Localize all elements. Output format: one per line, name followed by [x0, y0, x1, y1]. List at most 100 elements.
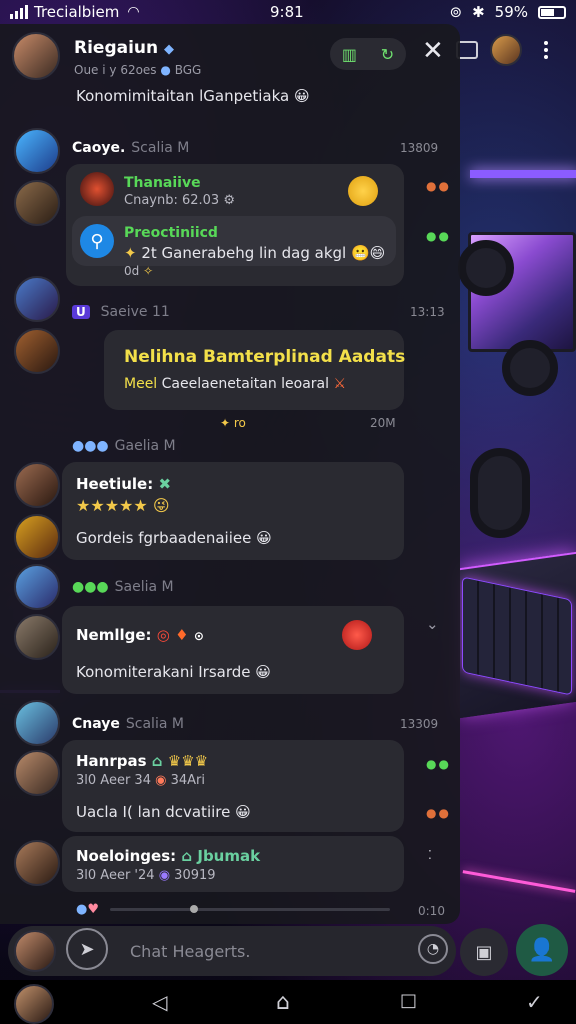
indicator-icon: ●●	[426, 229, 451, 243]
reaction-count: 0d ✧	[124, 264, 154, 278]
message-body: Meel Caeelaenetaitan leoaral ⚔	[124, 376, 347, 392]
star-icon: ✦	[124, 244, 137, 262]
smile-emoji-icon: 😀	[256, 529, 272, 547]
avatar[interactable]	[14, 328, 60, 374]
message-title: Heetiule: ✖	[76, 475, 172, 493]
clock: 9:81	[270, 3, 304, 21]
cross-swords-icon: ⚔	[333, 376, 347, 392]
pin-icon[interactable]: ▥	[342, 45, 357, 64]
call-icon[interactable]: ↻	[381, 45, 394, 64]
avatar[interactable]	[14, 840, 60, 886]
emoji-pair-icon: 😬😄	[350, 244, 386, 262]
heart-icon: ♥	[87, 902, 99, 917]
indicator-icon: ●●	[426, 757, 451, 771]
headset-right	[502, 340, 558, 396]
accessibility-icon: ⚲	[80, 224, 114, 258]
check-circle-icon[interactable]: ✓	[526, 990, 543, 1014]
home-icon[interactable]: ⌂	[276, 990, 290, 1015]
my-avatar[interactable]	[14, 930, 56, 972]
sender-name: U Saeive 11	[72, 304, 170, 320]
message-body: Konomiterakani Irsarde 😀	[76, 663, 271, 681]
reaction-footer: ✦ ro	[220, 416, 246, 430]
avatar[interactable]	[14, 128, 60, 174]
battery-percent: 59%	[494, 3, 528, 21]
carrier-name: Trecialbiem	[34, 3, 120, 21]
alarm-icon: ⊚	[449, 3, 463, 21]
chevron-down-icon[interactable]: ⌄	[426, 615, 439, 633]
back-icon[interactable]: ◁	[152, 990, 167, 1014]
crown-icon: ♛♛♛	[167, 752, 209, 770]
avatar[interactable]	[14, 614, 60, 660]
sticker-icon[interactable]: ◔	[418, 934, 448, 964]
group-avatar[interactable]	[12, 32, 60, 80]
neon-shelf	[470, 170, 576, 178]
avatar[interactable]	[14, 276, 60, 322]
chat-subtitle: Oue i y 62oes ● BGG	[74, 63, 202, 77]
message-bubble[interactable]	[104, 330, 404, 410]
close-icon[interactable]: ✕	[422, 36, 444, 66]
chat-title: Riegaiun ◆	[74, 38, 175, 58]
headset-left	[458, 240, 514, 296]
item-detail: 3l0 Aeer '24 ◉ 30919	[76, 868, 216, 883]
audio-reactions: ●♥	[76, 902, 99, 917]
message-body: Uacla I( lan dcvatiire 😀	[76, 803, 251, 821]
message-time: 13309	[400, 717, 439, 731]
clock-icon: ⊙	[193, 629, 204, 643]
avatar[interactable]	[14, 750, 60, 796]
smile-emoji-icon: 😀	[293, 87, 310, 105]
image-icon[interactable]: ▣	[460, 928, 508, 976]
reaction-icons: ●●●	[72, 438, 109, 454]
sender-name: Cnaye Scalia M	[72, 716, 184, 732]
item-text: ✦ 2t Ganerabehg lin dag akgl 😬😄	[124, 244, 386, 262]
item-title: Thanaiive	[124, 175, 201, 191]
status-bar: Trecialbiem ◠ 9:81 ⊚ ✱ 59%	[0, 0, 576, 24]
reaction-icons: ●●●	[72, 579, 109, 595]
headset-stand	[470, 448, 530, 538]
smile-emoji-icon: 😀	[255, 663, 271, 681]
item-detail: Cnaynb: 62.03 ⚙	[124, 193, 235, 208]
dot-icon: ●	[76, 902, 88, 917]
pinned-message[interactable]: Konomimitaitan lGanpetiaka 😀	[76, 87, 310, 105]
badge-icon: ◉	[155, 773, 167, 788]
audio-time: 0:10	[418, 904, 445, 918]
profile-avatar[interactable]	[490, 34, 522, 66]
top-right-actions	[456, 34, 548, 66]
avatar[interactable]	[14, 180, 60, 226]
sender-name: ●●● Gaelia M	[72, 438, 176, 454]
audio-scrubber[interactable]	[190, 905, 198, 913]
item-detail: 3l0 Aeer 34 ◉ 34Ari	[76, 773, 205, 788]
sender-name: Caoye. Scalia M	[72, 140, 190, 156]
indicator-icon: ●●	[426, 179, 451, 193]
flame-icon: ♦	[175, 626, 189, 644]
more-options-icon[interactable]	[544, 41, 548, 59]
recents-icon[interactable]: □	[400, 990, 417, 1011]
avatar[interactable]	[14, 564, 60, 610]
badge-icon: ◉	[158, 868, 171, 883]
indicator-icon: ●●	[426, 806, 451, 820]
signal-icon	[10, 5, 28, 19]
audio-progress-track[interactable]	[110, 905, 390, 913]
avatar[interactable]	[14, 700, 60, 746]
chat-header: Riegaiun ◆ Oue i y 62oes ● BGG ▥ ↻ ✕	[10, 30, 454, 92]
smile-emoji-icon: 😀	[235, 803, 251, 821]
dragon-emblem-icon: ◎	[156, 626, 170, 644]
link-icon: ⚙	[223, 193, 235, 208]
chat-input[interactable]	[114, 930, 448, 972]
message-title: Nemllge: ◎ ♦ ⊙	[76, 626, 204, 644]
verified-icon: ◆	[164, 42, 175, 57]
more-icon[interactable]: ⁚	[428, 848, 434, 862]
account-avatar[interactable]	[14, 984, 54, 1024]
heart-emoji-icon	[342, 620, 372, 650]
bluetooth-icon: ✱	[472, 3, 485, 21]
compass-icon[interactable]: ➤	[66, 928, 108, 970]
game-icon	[80, 172, 114, 206]
sender-name: ●●● Saelia M	[72, 579, 174, 595]
avatar[interactable]	[14, 514, 60, 560]
user-profile-icon[interactable]: 👤	[516, 924, 568, 976]
house-icon: ⌂	[151, 752, 163, 770]
message-size: 20M	[370, 416, 396, 430]
battery-icon	[538, 5, 566, 19]
message-headline: Nelihna Bamterplinad Aadats	[124, 347, 406, 367]
avatar[interactable]	[14, 462, 60, 508]
message-title: Hanrpas ⌂ ♛♛♛	[76, 752, 209, 770]
